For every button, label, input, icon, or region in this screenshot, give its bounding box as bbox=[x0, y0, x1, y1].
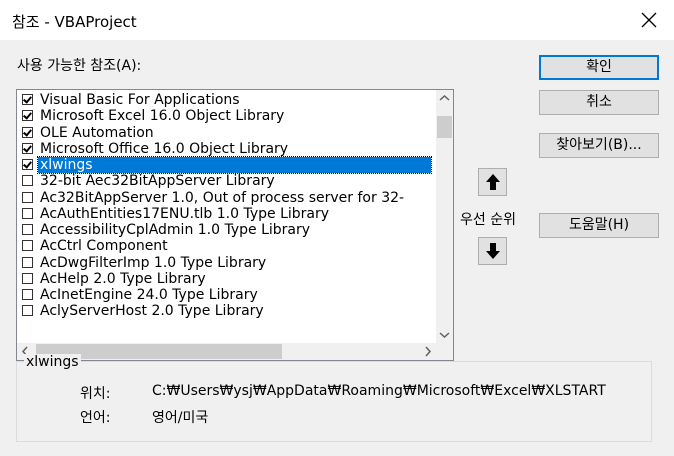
reference-details-group bbox=[16, 361, 652, 442]
reference-checkbox[interactable] bbox=[22, 175, 33, 187]
reference-checkbox[interactable] bbox=[22, 224, 33, 235]
reference-checkbox[interactable] bbox=[22, 256, 33, 268]
reference-label: AcHelp 2.0 Type Library bbox=[40, 270, 206, 287]
reference-item[interactable]: Microsoft Excel 16.0 Object Library bbox=[17, 108, 436, 124]
dialog-body: 사용 가능한 참조(A): Visual Basic For Applicati… bbox=[0, 40, 674, 456]
reference-checkbox[interactable] bbox=[22, 272, 33, 284]
reference-label: Microsoft Office 16.0 Object Library bbox=[40, 140, 289, 157]
priority-up-button[interactable] bbox=[478, 168, 507, 196]
reference-label: xlwings bbox=[37, 156, 432, 174]
reference-label: AcInetEngine 24.0 Type Library bbox=[40, 287, 258, 303]
priority-down-button[interactable] bbox=[478, 237, 507, 265]
reference-checkbox[interactable] bbox=[22, 110, 33, 122]
reference-label: Microsoft Excel 16.0 Object Library bbox=[40, 108, 285, 125]
reference-checkbox[interactable] bbox=[22, 191, 33, 203]
reference-item[interactable]: AclyServerHost 2.0 Type Library bbox=[17, 303, 436, 319]
reference-label: Ac32BitAppServer 1.0, Out of process ser… bbox=[40, 189, 405, 206]
reference-item[interactable]: AcAuthEntities17ENU.tlb 1.0 Type Library bbox=[17, 206, 436, 222]
reference-checkbox[interactable] bbox=[22, 126, 33, 138]
available-references-label: 사용 가능한 참조(A): bbox=[17, 58, 142, 74]
browse-button[interactable]: 찾아보기(B)... bbox=[539, 133, 659, 158]
reference-item[interactable]: AccessibilityCplAdmin 1.0 Type Library bbox=[17, 222, 436, 238]
close-button[interactable] bbox=[634, 6, 664, 34]
language-label: 언어: bbox=[80, 410, 111, 426]
references-listbox[interactable]: Visual Basic For Applications Microsoft E… bbox=[16, 89, 454, 361]
reference-item[interactable]: Microsoft Office 16.0 Object Library bbox=[17, 141, 436, 157]
reference-item[interactable]: Visual Basic For Applications bbox=[17, 92, 436, 108]
reference-checkbox[interactable] bbox=[22, 94, 33, 105]
reference-label: 32-bit Aec32BitAppServer Library bbox=[40, 173, 275, 190]
reference-label: AcDwgFilterImp 1.0 Type Library bbox=[40, 254, 267, 271]
reference-label: AclyServerHost 2.0 Type Library bbox=[40, 303, 264, 320]
reference-label: OLE Automation bbox=[40, 124, 154, 141]
close-icon bbox=[634, 6, 664, 34]
scroll-up-icon[interactable] bbox=[436, 90, 453, 107]
scrollbar-corner bbox=[436, 343, 453, 360]
priority-label: 우선 순위 bbox=[460, 212, 516, 228]
arrow-up-icon bbox=[479, 173, 506, 191]
reference-item[interactable]: AcHelp 2.0 Type Library bbox=[17, 271, 436, 287]
reference-checkbox[interactable] bbox=[22, 159, 33, 170]
reference-item[interactable]: Ac32BitAppServer 1.0, Out of process ser… bbox=[17, 190, 436, 206]
reference-checkbox[interactable] bbox=[22, 305, 33, 317]
window-title: 참조 - VBAProject bbox=[12, 13, 137, 31]
scroll-down-icon[interactable] bbox=[436, 326, 453, 343]
reference-item[interactable]: 32-bit Aec32BitAppServer Library bbox=[17, 173, 436, 189]
cancel-button[interactable]: 취소 bbox=[539, 90, 659, 115]
references-list: Visual Basic For Applications Microsoft E… bbox=[17, 90, 436, 343]
reference-checkbox[interactable] bbox=[22, 207, 33, 219]
reference-label: AcAuthEntities17ENU.tlb 1.0 Type Library bbox=[40, 205, 330, 222]
language-value: 영어/미국 bbox=[152, 410, 209, 426]
reference-label: AcCtrl Component bbox=[40, 238, 168, 255]
ok-button[interactable]: 확인 bbox=[539, 55, 659, 80]
reference-checkbox[interactable] bbox=[22, 240, 33, 252]
reference-item[interactable]: AcInetEngine 24.0 Type Library bbox=[17, 287, 436, 303]
reference-item[interactable]: xlwings bbox=[17, 156, 436, 174]
reference-item[interactable]: AcDwgFilterImp 1.0 Type Library bbox=[17, 255, 436, 271]
reference-checkbox[interactable] bbox=[22, 142, 33, 154]
reference-label: Visual Basic For Applications bbox=[40, 92, 240, 108]
arrow-down-icon bbox=[479, 242, 506, 260]
vertical-scroll-thumb[interactable] bbox=[437, 116, 452, 138]
reference-details-title: xlwings bbox=[24, 354, 81, 370]
reference-item[interactable]: AcCtrl Component bbox=[17, 238, 436, 254]
reference-checkbox[interactable] bbox=[22, 289, 33, 300]
help-button[interactable]: 도움말(H) bbox=[539, 213, 659, 238]
location-label: 위치: bbox=[80, 386, 111, 402]
reference-label: AccessibilityCplAdmin 1.0 Type Library bbox=[40, 222, 311, 238]
title-bar: 참조 - VBAProject bbox=[0, 0, 674, 40]
location-value: C:₩Users₩ysj₩AppData₩Roaming₩Microsoft₩E… bbox=[152, 383, 606, 399]
reference-item[interactable]: OLE Automation bbox=[17, 125, 436, 141]
scroll-right-icon[interactable] bbox=[419, 343, 436, 360]
vertical-scrollbar[interactable] bbox=[436, 90, 453, 343]
